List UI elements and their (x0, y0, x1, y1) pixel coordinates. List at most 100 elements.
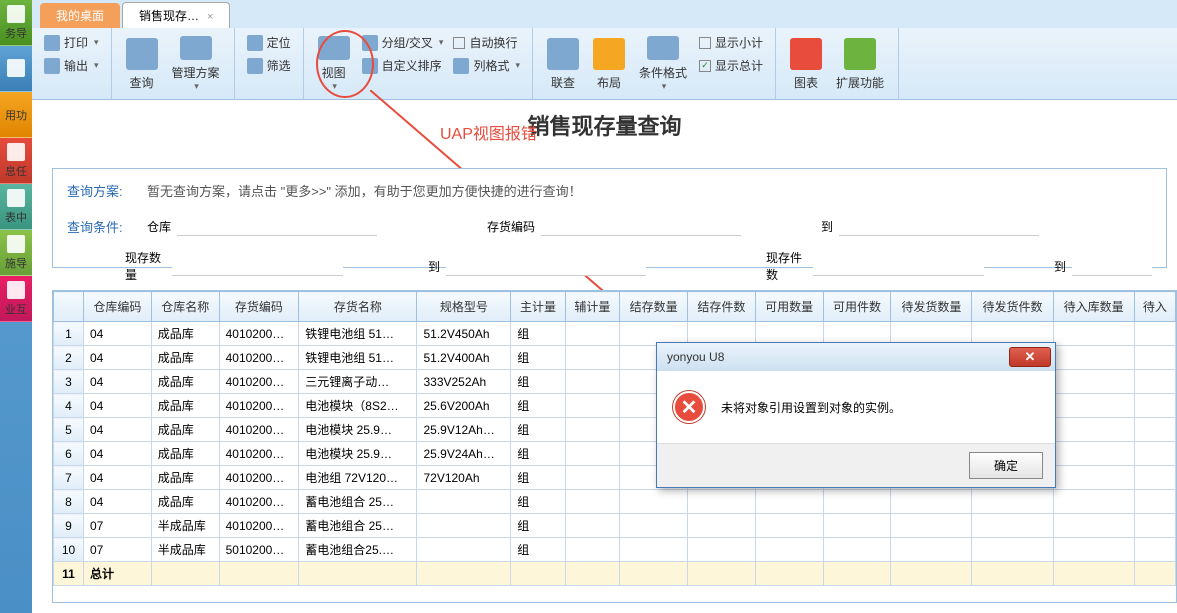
link-button[interactable]: 联查 (541, 32, 585, 96)
error-dialog: yonyou U8 ✕ ✕ 未将对象引用设置到对象的实例。 确定 (656, 342, 1056, 488)
chevron-down-icon: ▾ (194, 81, 199, 92)
sidebar-item-2[interactable]: 用功 (0, 92, 32, 138)
invcode-to-input[interactable] (839, 217, 1039, 236)
layout-button[interactable]: 布局 (587, 32, 631, 96)
export-button[interactable]: 输出▾ (40, 55, 103, 76)
field-invcode-label: 存货编码 (487, 218, 535, 235)
tab-sales-stock[interactable]: 销售现存…× (122, 2, 230, 28)
column-icon (453, 58, 469, 74)
autowrap-check[interactable]: 自动换行 (449, 32, 524, 53)
sidebar-item-6[interactable]: 业互 (0, 276, 32, 322)
dialog-titlebar[interactable]: yonyou U8 ✕ (657, 343, 1055, 371)
colfmt-button[interactable]: 列格式▾ (449, 55, 524, 76)
extend-button[interactable]: 扩展功能 (830, 32, 890, 96)
export-icon (44, 58, 60, 74)
table-header[interactable]: 仓库名称 (151, 292, 219, 322)
search-icon (126, 38, 158, 70)
table-row[interactable]: 804成品库4010200…蓄电池组合 25…组 (54, 490, 1176, 514)
group-icon (362, 35, 378, 51)
qty-to-input[interactable] (446, 257, 646, 276)
dialog-ok-button[interactable]: 确定 (969, 452, 1043, 479)
print-icon (44, 35, 60, 51)
field-to3-label: 到 (1054, 258, 1066, 275)
left-sidebar: 务导 用功 息任 表中 施导 业互 (0, 0, 32, 613)
query-panel: 查询方案: 暂无查询方案，请点击 "更多>>" 添加，有助于您更加方便快捷的进行… (52, 168, 1167, 268)
table-row[interactable]: 907半成品库4010200…蓄电池组合 25…组 (54, 514, 1176, 538)
sort-icon (362, 58, 378, 74)
link-icon (547, 38, 579, 70)
tab-desktop[interactable]: 我的桌面 (40, 3, 120, 28)
tabbar: 我的桌面 销售现存…× (32, 0, 1177, 28)
sidebar-item-5[interactable]: 施导 (0, 230, 32, 276)
checkbox-icon (699, 37, 711, 49)
chevron-down-icon: ▾ (662, 81, 667, 92)
table-header[interactable] (54, 292, 84, 322)
sidebar-item-4[interactable]: 表中 (0, 184, 32, 230)
table-header[interactable]: 待发货件数 (972, 292, 1053, 322)
sidebar-item-0[interactable]: 务导 (0, 0, 32, 46)
sort-button[interactable]: 自定义排序 (358, 55, 448, 76)
plan-button[interactable]: 管理方案▾ (166, 32, 226, 96)
subtotal-check[interactable]: 显示小计 (695, 32, 767, 53)
ribbon: 打印▾ 输出▾ 查询 管理方案▾ 定位 筛选 视图▾ 分组/交叉▾ 自定义排序 … (32, 28, 1177, 100)
table-row[interactable]: 1007半成品库5010200…蓄电池组合25.…组 (54, 538, 1176, 562)
query-cond-label: 查询条件: (67, 217, 147, 236)
table-total-row: 11总计 (54, 562, 1176, 586)
table-header[interactable]: 待入 (1134, 292, 1175, 322)
table-header[interactable]: 存货编码 (219, 292, 299, 322)
sidebar-item-1[interactable] (0, 46, 32, 92)
error-icon: ✕ (673, 391, 705, 423)
pieces-input[interactable] (813, 257, 984, 276)
dialog-message: 未将对象引用设置到对象的实例。 (721, 399, 901, 416)
table-header[interactable]: 辅计量 (565, 292, 619, 322)
filter-button[interactable]: 筛选 (243, 55, 295, 76)
field-qty-label: 现存数量 (125, 249, 166, 283)
invcode-input[interactable] (541, 217, 741, 236)
query-plan-label: 查询方案: (67, 181, 147, 200)
pieces-to-input[interactable] (1072, 257, 1152, 276)
checkbox-icon (453, 37, 465, 49)
chart-button[interactable]: 图表 (784, 32, 828, 96)
chevron-down-icon: ▾ (94, 37, 99, 48)
table-header[interactable]: 存货名称 (299, 292, 417, 322)
view-button[interactable]: 视图▾ (312, 32, 356, 96)
chart-icon (790, 38, 822, 70)
table-header[interactable]: 结存件数 (687, 292, 755, 322)
field-to2-label: 到 (428, 258, 440, 275)
filter-icon (247, 58, 263, 74)
table-header[interactable]: 规格型号 (417, 292, 511, 322)
table-header[interactable]: 主计量 (511, 292, 565, 322)
nav-icon (7, 281, 25, 299)
view-icon (318, 36, 350, 60)
qty-input[interactable] (172, 257, 343, 276)
print-button[interactable]: 打印▾ (40, 32, 103, 53)
sidebar-item-3[interactable]: 息任 (0, 138, 32, 184)
nav-icon (7, 5, 25, 23)
chevron-down-icon: ▾ (439, 37, 444, 48)
query-plan-text: 暂无查询方案，请点击 "更多>>" 添加，有助于您更加方便快捷的进行查询！ (147, 181, 582, 200)
field-warehouse-label: 仓库 (147, 218, 171, 235)
query-button[interactable]: 查询 (120, 32, 164, 96)
page-title: 销售现存量查询 (32, 100, 1177, 150)
table-header[interactable]: 仓库编码 (84, 292, 152, 322)
grandtotal-check[interactable]: ✓显示总计 (695, 55, 767, 76)
condfmt-button[interactable]: 条件格式▾ (633, 32, 693, 96)
table-header[interactable]: 待入库数量 (1053, 292, 1134, 322)
warehouse-input[interactable] (177, 217, 377, 236)
group-button[interactable]: 分组/交叉▾ (358, 32, 448, 53)
close-icon[interactable]: × (207, 11, 213, 23)
field-pieces-label: 现存件数 (766, 249, 807, 283)
nav-icon (7, 189, 25, 207)
nav-icon (7, 143, 25, 161)
locate-button[interactable]: 定位 (243, 32, 295, 53)
extend-icon (844, 38, 876, 70)
table-header[interactable]: 可用数量 (755, 292, 823, 322)
condfmt-icon (647, 36, 679, 60)
table-header[interactable]: 待发货数量 (891, 292, 972, 322)
nav-icon (7, 59, 25, 77)
dialog-close-button[interactable]: ✕ (1009, 347, 1051, 367)
table-header[interactable]: 结存数量 (620, 292, 688, 322)
chevron-down-icon: ▾ (515, 60, 520, 71)
chevron-down-icon: ▾ (94, 60, 99, 71)
table-header[interactable]: 可用件数 (823, 292, 891, 322)
